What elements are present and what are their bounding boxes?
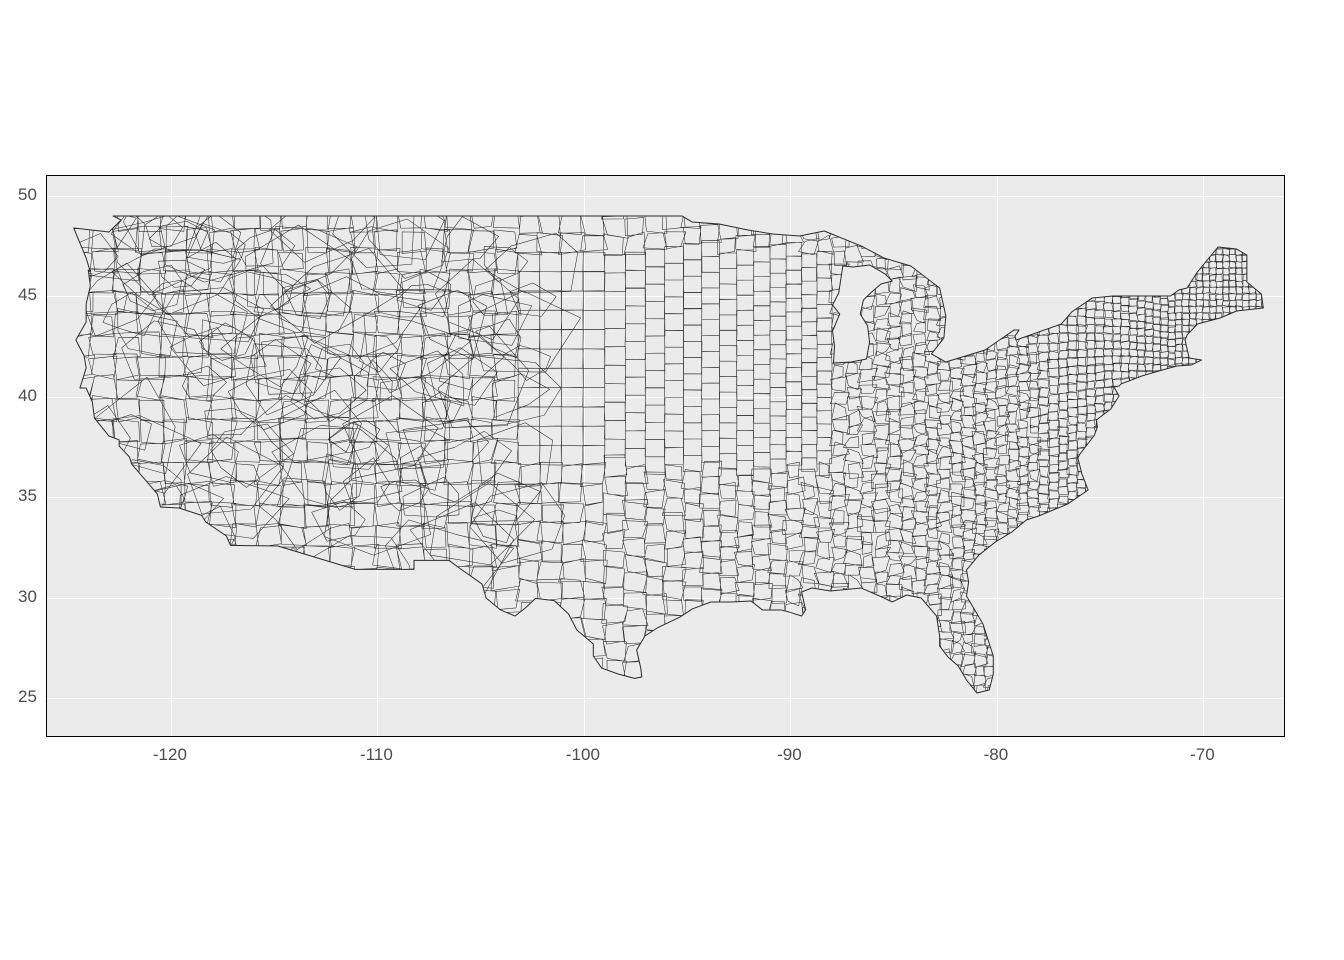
- y-tick-label: 35: [18, 486, 37, 506]
- plot-panel: [46, 175, 1285, 737]
- x-tick-label: -90: [777, 745, 802, 765]
- x-tick-label: -80: [984, 745, 1009, 765]
- x-tick-label: -100: [566, 745, 600, 765]
- figure-canvas: -120 -110 -100 -90 -80 -70 25 30 35 40 45 50: [0, 0, 1344, 960]
- us-counties-map: [47, 176, 1284, 736]
- x-tick-label: -70: [1190, 745, 1215, 765]
- x-tick-label: -120: [153, 745, 187, 765]
- y-tick-label: 50: [18, 185, 37, 205]
- y-tick-label: 45: [18, 285, 37, 305]
- y-tick-label: 30: [18, 587, 37, 607]
- x-tick-label: -110: [360, 745, 393, 765]
- y-tick-label: 25: [18, 687, 37, 707]
- y-tick-label: 40: [18, 386, 37, 406]
